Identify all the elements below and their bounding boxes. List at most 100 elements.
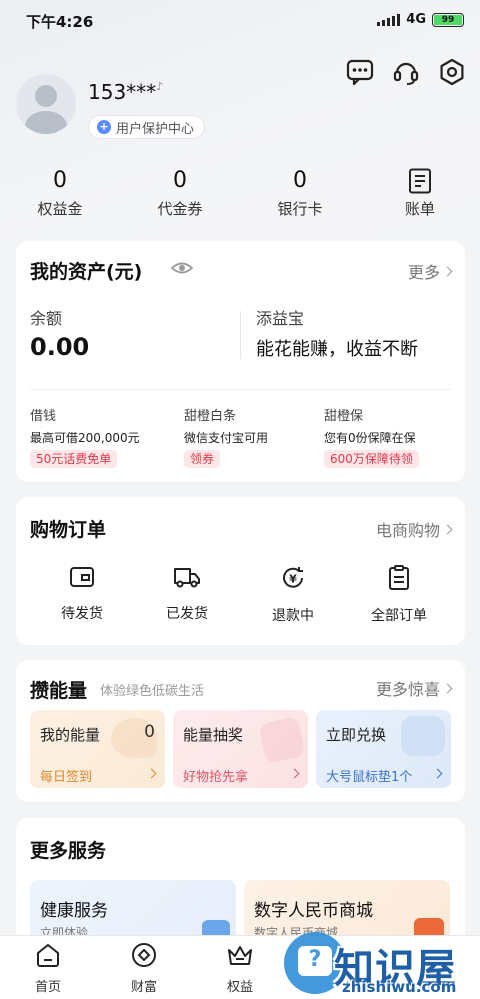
eye-icon[interactable] xyxy=(170,259,194,281)
energy-value: 0 xyxy=(144,722,155,742)
status-time: 下午4:26 xyxy=(26,13,94,31)
energy-tile-my-title: 我的能量 xyxy=(40,726,101,744)
order-all[interactable]: 全部订单 xyxy=(349,565,449,625)
top-actions xyxy=(346,58,466,86)
username[interactable]: 153***♪ xyxy=(88,80,163,104)
avatar[interactable] xyxy=(16,74,76,134)
status-right: 4G 99 xyxy=(377,12,464,27)
product-baitiao-title: 甜橙白条 xyxy=(184,409,237,424)
product-insurance[interactable]: 甜橙保 您有0份保障在保 600万保障待领 xyxy=(324,405,419,468)
tab-wealth[interactable]: 财富 xyxy=(104,942,184,995)
home-icon xyxy=(37,944,59,967)
divider xyxy=(30,389,451,390)
chevron-right-icon xyxy=(442,683,453,693)
order-pending-label: 待发货 xyxy=(61,606,103,622)
service-ecny-title: 数字人民币商城 xyxy=(254,901,373,921)
message-icon[interactable] xyxy=(346,58,374,86)
tab-home-label: 首页 xyxy=(34,980,61,995)
refund-icon: ¥ xyxy=(283,567,303,588)
tab-benefits-label: 权益 xyxy=(226,980,253,995)
stat-benefit-value: 0 xyxy=(53,168,67,193)
truck-icon xyxy=(174,568,200,588)
energy-title: 攒能量 xyxy=(30,680,88,702)
orders-title: 购物订单 xyxy=(30,519,107,541)
chevron-right-icon xyxy=(442,524,453,534)
assets-more-link[interactable]: 更多 xyxy=(408,259,453,283)
stat-bankcard-value: 0 xyxy=(293,168,307,193)
crown-icon xyxy=(228,946,252,965)
order-shipped[interactable]: 已发货 xyxy=(137,565,237,623)
stat-voucher-label: 代金券 xyxy=(157,200,203,218)
product-baitiao-desc: 微信支付宝可用 xyxy=(184,431,269,445)
services-title: 更多服务 xyxy=(30,840,107,862)
exchange-decor-icon xyxy=(401,716,445,756)
product-loan-title: 借钱 xyxy=(30,409,57,424)
energy-more-link[interactable]: 更多惊喜 xyxy=(376,676,453,700)
orders-more-link[interactable]: 电商购物 xyxy=(376,517,453,541)
chevron-right-icon xyxy=(432,768,443,779)
product-loan-tag: 50元话费免单 xyxy=(30,450,118,468)
service-health-title: 健康服务 xyxy=(40,901,108,921)
customer-service-icon[interactable] xyxy=(392,58,420,86)
wealth-icon xyxy=(132,943,156,967)
energy-tile-redeem-sub: 大号鼠标垫1个 xyxy=(326,770,413,785)
user-protect-button[interactable]: + 用户保护中心 xyxy=(88,115,206,139)
energy-tile-lottery[interactable]: 能量抽奖 好物抢先拿 xyxy=(173,710,308,788)
order-refund[interactable]: ¥ 退款中 xyxy=(243,565,343,625)
orders-card: 购物订单 电商购物 待发货 已发货 ¥ 退款中 全部订单 xyxy=(16,497,465,645)
divider xyxy=(240,311,241,359)
order-list-icon xyxy=(389,565,409,590)
chevron-right-icon xyxy=(289,768,300,779)
watermark-url: zhishiwu.com xyxy=(342,978,457,996)
settings-icon[interactable] xyxy=(438,58,466,86)
assets-card: 我的资产(元) 更多 余额 0.00 添益宝 能花能赚，收益不断 借钱 最高可借… xyxy=(16,241,465,482)
stats-row: 0 权益金 0 代金券 0 银行卡 账单 xyxy=(0,166,480,226)
assets-title: 我的资产(元) xyxy=(30,261,143,283)
chevron-right-icon xyxy=(146,768,157,779)
stat-voucher[interactable]: 0 代金券 xyxy=(130,166,230,219)
product-loan[interactable]: 借钱 最高可借200,000元 50元话费免单 xyxy=(30,405,140,468)
tianyibao-label: 添益宝 xyxy=(256,309,305,328)
energy-tile-my-sub: 每日签到 xyxy=(40,770,93,785)
chevron-right-icon xyxy=(442,266,453,276)
energy-tile-my[interactable]: 我的能量 0 每日签到 xyxy=(30,710,165,788)
tab-home[interactable]: 首页 xyxy=(8,942,88,995)
energy-card: 攒能量 体验绿色低碳生活 更多惊喜 我的能量 0 每日签到 能量抽奖 好物抢先拿… xyxy=(16,660,465,802)
watermark-logo: ? 知识屋 zhishiwu.com xyxy=(284,920,480,999)
product-insurance-title: 甜橙保 xyxy=(324,409,364,424)
product-baitiao[interactable]: 甜橙白条 微信支付宝可用 领券 xyxy=(184,405,268,468)
order-all-label: 全部订单 xyxy=(371,608,427,624)
balance-label: 余额 xyxy=(30,309,63,328)
stat-bill-label: 账单 xyxy=(404,200,435,218)
tab-benefits[interactable]: 权益 xyxy=(200,942,280,995)
stat-bankcard-label: 银行卡 xyxy=(277,200,323,218)
balance-value[interactable]: 0.00 xyxy=(30,333,89,361)
network-type: 4G xyxy=(406,12,426,27)
order-refund-label: 退款中 xyxy=(272,608,314,624)
energy-tile-redeem-title: 立即兑换 xyxy=(326,726,387,744)
gift-icon xyxy=(258,716,306,764)
stat-benefit[interactable]: 0 权益金 xyxy=(10,166,110,219)
shield-icon: + xyxy=(97,120,111,134)
product-loan-desc: 最高可借200,000元 xyxy=(30,431,140,445)
wallet-icon xyxy=(70,567,94,587)
product-insurance-tag: 600万保障待领 xyxy=(324,450,419,468)
energy-subtitle: 体验绿色低碳生活 xyxy=(100,684,205,699)
product-insurance-desc: 您有0份保障在保 xyxy=(324,431,416,445)
stat-benefit-label: 权益金 xyxy=(37,200,83,218)
battery-percent: 99 xyxy=(441,14,455,25)
order-shipped-label: 已发货 xyxy=(166,606,208,622)
stat-bill[interactable]: 账单 xyxy=(370,166,470,219)
protect-label: 用户保护中心 xyxy=(116,121,195,137)
stat-voucher-value: 0 xyxy=(173,168,187,193)
energy-tile-redeem[interactable]: 立即兑换 大号鼠标垫1个 xyxy=(316,710,451,788)
svg-text:¥: ¥ xyxy=(289,573,297,586)
product-baitiao-tag: 领券 xyxy=(184,450,221,468)
tianyibao-desc[interactable]: 能花能赚，收益不断 xyxy=(256,335,418,361)
energy-tile-lottery-sub: 好物抢先拿 xyxy=(183,770,249,785)
battery-icon: 99 xyxy=(432,12,464,27)
bill-icon xyxy=(370,166,470,196)
order-pending[interactable]: 待发货 xyxy=(32,565,132,623)
stat-bankcard[interactable]: 0 银行卡 xyxy=(250,166,350,219)
signal-icon xyxy=(377,13,401,26)
